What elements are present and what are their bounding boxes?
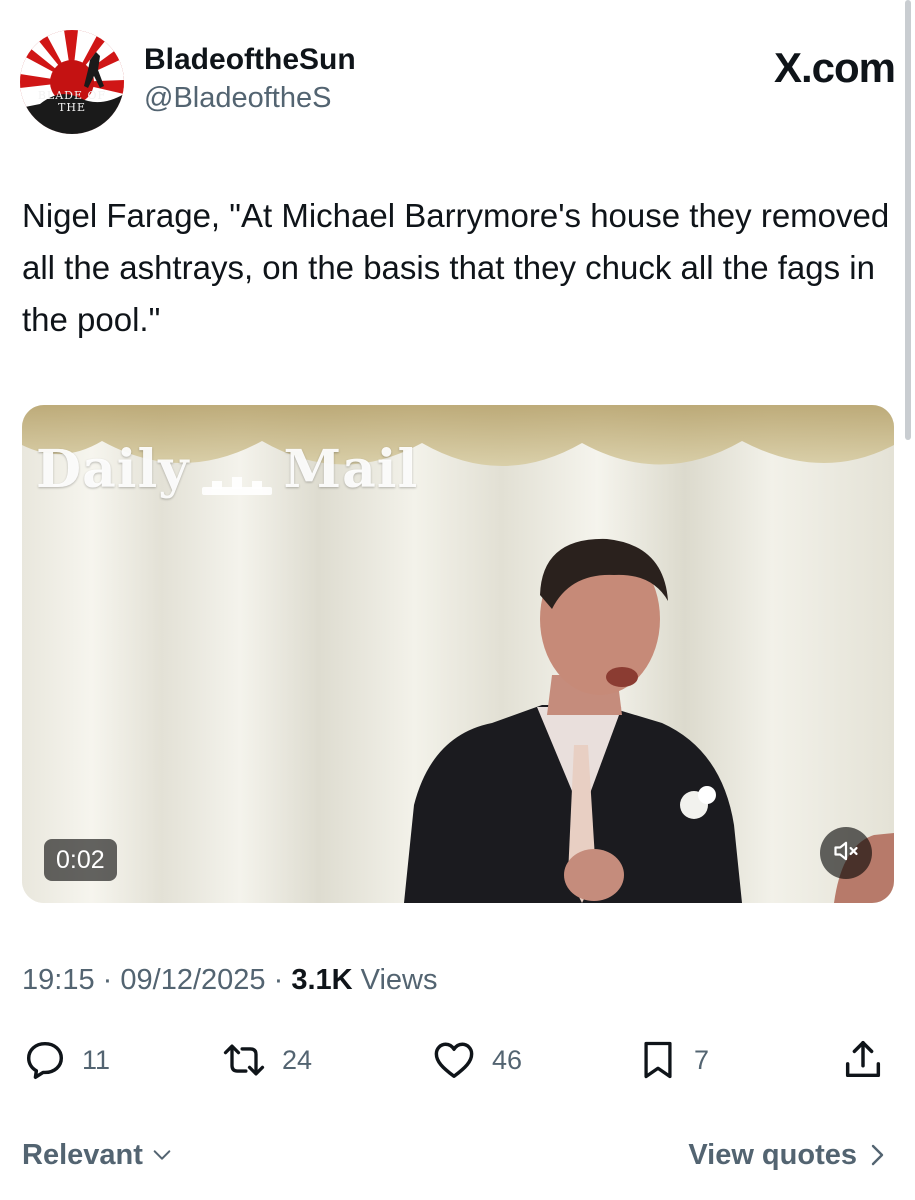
repost-count: 24 xyxy=(282,1044,313,1075)
tweet-date[interactable]: 09/12/2025 xyxy=(120,964,265,996)
video-player[interactable]: Daily Mail 0:02 xyxy=(22,405,894,903)
reply-count: 11 xyxy=(82,1044,111,1075)
view-quotes-link[interactable]: View quotes xyxy=(688,1132,887,1178)
bookmark-count: 7 xyxy=(694,1044,710,1075)
share-icon xyxy=(840,1037,886,1083)
mute-button[interactable] xyxy=(820,827,872,879)
daily-mail-watermark: Daily Mail xyxy=(36,439,418,500)
like-count: 46 xyxy=(492,1044,523,1075)
tweet-header: BLADE OF THE BladeoftheSun @BladeoftheS … xyxy=(20,30,896,140)
watermark-daily: Daily xyxy=(36,439,190,500)
author-display-name[interactable]: BladeoftheSun xyxy=(144,42,356,78)
scrollbar-thumb[interactable] xyxy=(905,0,911,440)
replies-footer: Relevant View quotes xyxy=(22,1132,887,1178)
chevron-down-icon xyxy=(151,1144,173,1166)
repost-icon xyxy=(220,1037,268,1083)
like-button[interactable]: 46 xyxy=(430,1032,522,1088)
tweet-meta: 19:15 · 09/12/2025 · 3.1K Views xyxy=(22,960,438,1000)
bookmark-button[interactable]: 7 xyxy=(636,1032,709,1088)
bookmark-icon xyxy=(636,1037,680,1083)
x-brand-logo: X.com xyxy=(773,44,896,91)
avatar[interactable]: BLADE OF THE xyxy=(20,30,124,134)
tweet-text: Nigel Farage, "At Michael Barrymore's ho… xyxy=(22,197,890,338)
heart-icon xyxy=(430,1037,478,1083)
view-quotes-label: View quotes xyxy=(688,1138,857,1171)
repost-button[interactable]: 24 xyxy=(220,1032,312,1088)
tweet-time[interactable]: 19:15 xyxy=(22,964,95,996)
reply-sort-dropdown[interactable]: Relevant xyxy=(22,1132,173,1178)
reply-button[interactable]: 11 xyxy=(22,1032,110,1088)
video-duration-badge: 0:02 xyxy=(44,839,117,881)
volume-muted-icon xyxy=(832,837,860,870)
views-count: 3.1K xyxy=(291,964,353,996)
reply-sort-label: Relevant xyxy=(22,1138,143,1171)
chevron-right-icon xyxy=(867,1143,887,1167)
crest-icon xyxy=(198,455,276,495)
meta-separator: · xyxy=(273,964,284,996)
tweet-actions: 11 24 46 7 xyxy=(22,1032,887,1088)
author-handle[interactable]: @BladeoftheS xyxy=(144,80,356,116)
watermark-mail: Mail xyxy=(283,439,419,500)
reply-icon xyxy=(22,1037,68,1083)
avatar-text: BLADE OF THE xyxy=(37,89,107,114)
author-names: BladeoftheSun @BladeoftheS xyxy=(144,42,356,116)
views-label: Views xyxy=(360,964,438,996)
meta-separator: · xyxy=(102,964,113,996)
share-button[interactable] xyxy=(840,1032,886,1088)
